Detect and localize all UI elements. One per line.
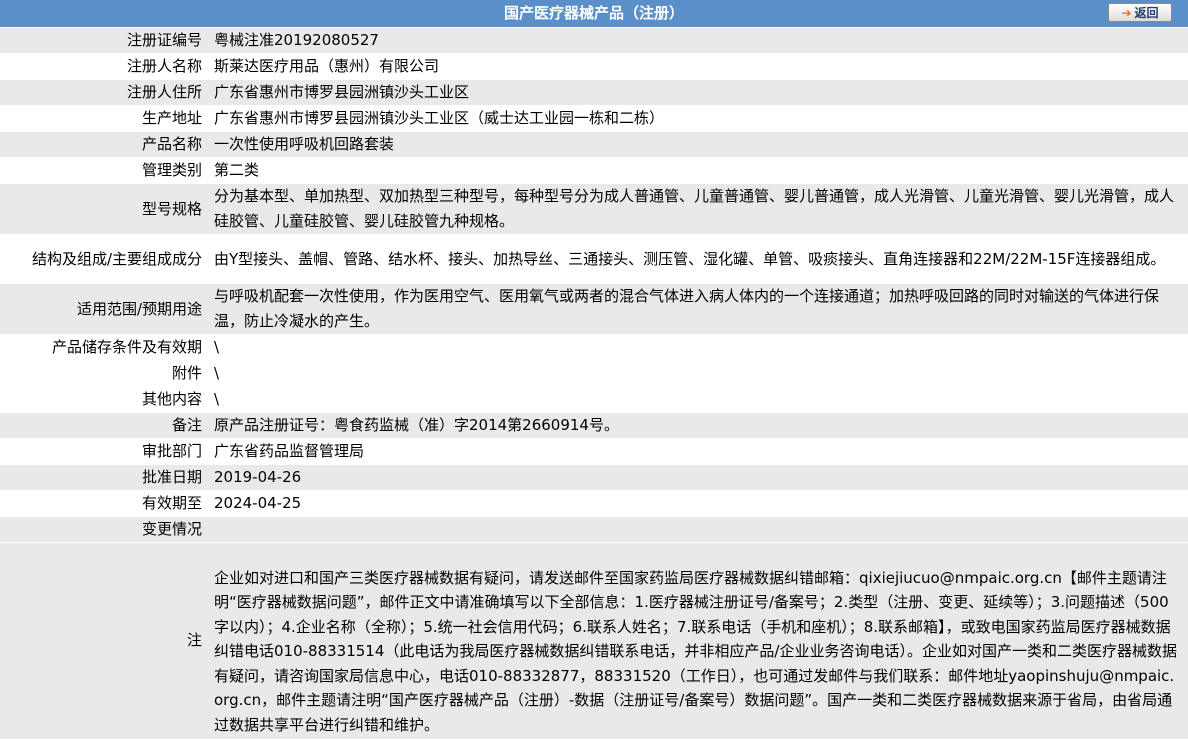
field-value: 由Y型接头、盖帽、管路、结水杯、接头、加热导丝、三通接头、测压管、湿化罐、单管、… bbox=[206, 234, 1188, 284]
field-value: 一次性使用呼吸机回路套装 bbox=[206, 131, 1188, 158]
row-other-content: 其他内容 \ bbox=[0, 386, 1188, 413]
field-label: 管理类别 bbox=[0, 157, 206, 184]
row-note: 注 企业如对进口和国产三类医疗器械数据有疑问，请发送邮件至国家药监局医疗器械数据… bbox=[0, 542, 1188, 740]
detail-page: 国产医疗器械产品（注册） ➔ 返回 注册证编号 粤械注准20192080527 … bbox=[0, 0, 1188, 740]
field-label: 其他内容 bbox=[0, 386, 206, 413]
row-registrant-address: 注册人住所 广东省惠州市博罗县园洲镇沙头工业区 bbox=[0, 79, 1188, 106]
page-title: 国产医疗器械产品（注册） bbox=[503, 4, 684, 22]
field-value: 与呼吸机配套一次性使用，作为医用空气、医用氧气或两者的混合气体进入病人体内的一个… bbox=[206, 283, 1188, 335]
back-button[interactable]: ➔ 返回 bbox=[1108, 3, 1172, 22]
field-label: 备注 bbox=[0, 412, 206, 439]
field-label: 变更情况 bbox=[0, 516, 206, 543]
field-label: 附件 bbox=[0, 360, 206, 387]
row-change-info: 变更情况 bbox=[0, 516, 1188, 543]
row-intended-use: 适用范围/预期用途 与呼吸机配套一次性使用，作为医用空气、医用氧气或两者的混合气… bbox=[0, 283, 1188, 335]
row-management-class: 管理类别 第二类 bbox=[0, 157, 1188, 184]
field-value: 2019-04-26 bbox=[206, 464, 1188, 491]
field-value bbox=[206, 516, 1188, 543]
field-label: 产品名称 bbox=[0, 131, 206, 158]
row-approval-department: 审批部门 广东省药品监督管理局 bbox=[0, 438, 1188, 465]
field-value: \ bbox=[206, 334, 1188, 361]
row-valid-until: 有效期至 2024-04-25 bbox=[0, 490, 1188, 517]
field-label: 批准日期 bbox=[0, 464, 206, 491]
row-approval-date: 批准日期 2019-04-26 bbox=[0, 464, 1188, 491]
field-value: 分为基本型、单加热型、双加热型三种型号，每种型号分为成人普通管、儿童普通管、婴儿… bbox=[206, 183, 1188, 235]
row-structure-composition: 结构及组成/主要组成成分 由Y型接头、盖帽、管路、结水杯、接头、加热导丝、三通接… bbox=[0, 234, 1188, 284]
row-production-address: 生产地址 广东省惠州市博罗县园洲镇沙头工业区（威士达工业园一栋和二栋） bbox=[0, 105, 1188, 132]
row-registration-number: 注册证编号 粤械注准20192080527 bbox=[0, 28, 1188, 54]
back-button-label: 返回 bbox=[1134, 6, 1159, 20]
field-value: 广东省惠州市博罗县园洲镇沙头工业区 bbox=[206, 79, 1188, 106]
field-value: \ bbox=[206, 360, 1188, 387]
field-value: 原产品注册证号：粤食药监械（准）字2014第2660914号。 bbox=[206, 412, 1188, 439]
row-model-spec: 型号规格 分为基本型、单加热型、双加热型三种型号，每种型号分为成人普通管、儿童普… bbox=[0, 183, 1188, 235]
field-value: 斯莱达医疗用品（惠州）有限公司 bbox=[206, 53, 1188, 80]
row-product-name: 产品名称 一次性使用呼吸机回路套装 bbox=[0, 131, 1188, 158]
row-attachment: 附件 \ bbox=[0, 360, 1188, 387]
field-label: 注册人名称 bbox=[0, 53, 206, 80]
field-value: 广东省惠州市博罗县园洲镇沙头工业区（威士达工业园一栋和二栋） bbox=[206, 105, 1188, 132]
field-value: 第二类 bbox=[206, 157, 1188, 184]
field-value: \ bbox=[206, 386, 1188, 413]
row-remarks: 备注 原产品注册证号：粤食药监械（准）字2014第2660914号。 bbox=[0, 412, 1188, 439]
row-storage-validity: 产品储存条件及有效期 \ bbox=[0, 334, 1188, 361]
field-label: 注 bbox=[0, 542, 206, 740]
field-label: 产品储存条件及有效期 bbox=[0, 334, 206, 361]
field-label: 型号规格 bbox=[0, 183, 206, 235]
note-text: 企业如对进口和国产三类医疗器械数据有疑问，请发送邮件至国家药监局医疗器械数据纠错… bbox=[206, 542, 1188, 740]
field-value: 粤械注准20192080527 bbox=[206, 28, 1188, 54]
field-value: 广东省药品监督管理局 bbox=[206, 438, 1188, 465]
field-label: 注册人住所 bbox=[0, 79, 206, 106]
arrow-right-icon: ➔ bbox=[1121, 5, 1132, 20]
detail-table: 注册证编号 粤械注准20192080527 注册人名称 斯莱达医疗用品（惠州）有… bbox=[0, 28, 1188, 740]
field-label: 有效期至 bbox=[0, 490, 206, 517]
row-registrant-name: 注册人名称 斯莱达医疗用品（惠州）有限公司 bbox=[0, 53, 1188, 80]
field-label: 生产地址 bbox=[0, 105, 206, 132]
field-label: 结构及组成/主要组成成分 bbox=[0, 234, 206, 284]
title-bar: 国产医疗器械产品（注册） ➔ 返回 bbox=[0, 0, 1188, 28]
field-value: 2024-04-25 bbox=[206, 490, 1188, 517]
field-label: 注册证编号 bbox=[0, 28, 206, 54]
field-label: 审批部门 bbox=[0, 438, 206, 465]
field-label: 适用范围/预期用途 bbox=[0, 283, 206, 335]
